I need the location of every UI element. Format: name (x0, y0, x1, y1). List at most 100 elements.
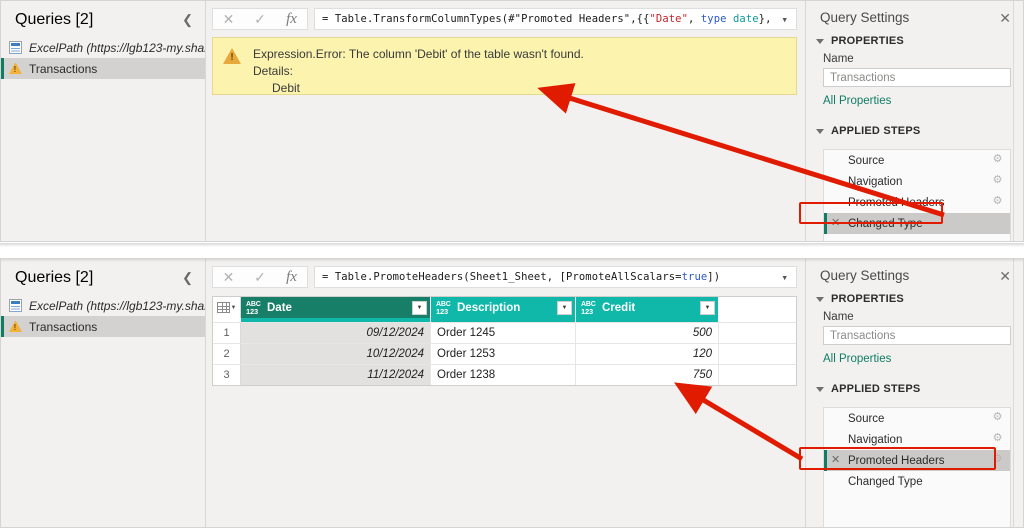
cell-credit[interactable]: 750 (576, 365, 719, 385)
applied-steps-section-header[interactable]: APPLIED STEPS (806, 365, 1023, 400)
properties-section-header[interactable]: PROPERTIES (806, 35, 1023, 52)
table-row[interactable]: 2 10/12/2024 Order 1253 120 (213, 343, 796, 364)
applied-step-changed-type[interactable]: ✕ Changed Type (824, 213, 1010, 234)
applied-steps-section-header[interactable]: APPLIED STEPS (806, 107, 1023, 142)
expression-error-banner: Expression.Error: The column 'Debit' of … (212, 37, 797, 95)
formula-text: = Table.PromoteHeaders(Sheet1_Sheet, [Pr… (322, 271, 721, 283)
chevron-down-icon (816, 386, 824, 392)
gear-icon[interactable]: ⚙ (992, 175, 1003, 186)
fx-icon[interactable]: fx (276, 266, 308, 288)
table-row[interactable]: 3 11/12/2024 Order 1238 750 (213, 364, 796, 385)
applied-step-source[interactable]: Source ⚙ (824, 408, 1010, 429)
cell-description[interactable]: Order 1253 (431, 344, 576, 364)
chevron-down-icon (816, 296, 824, 302)
query-name-input[interactable]: Transactions (823, 68, 1011, 87)
chevron-left-icon[interactable]: ❮ (180, 271, 195, 286)
chevron-down-icon[interactable]: ▾ (777, 271, 792, 284)
column-header-credit[interactable]: ABC 123 Credit ▼ (576, 297, 719, 318)
applied-steps-empty-area (824, 234, 1010, 241)
gear-icon[interactable]: ⚙ (992, 154, 1003, 165)
check-icon[interactable]: ✓ (244, 266, 276, 288)
query-list-item-excelpath[interactable]: ExcelPath (https://lgb123-my.shar... (1, 295, 205, 316)
gear-icon[interactable]: ⚙ (992, 196, 1003, 207)
chevron-down-icon[interactable]: ▼ (412, 300, 427, 315)
editor-center-top: ✕ ✓ fx = Table.TransformColumnTypes(#"Pr… (206, 1, 805, 241)
query-settings-pane-bottom: Query Settings ✕ PROPERTIES Name Transac… (805, 259, 1023, 527)
row-number: 1 (213, 323, 241, 343)
close-icon[interactable]: ✕ (999, 11, 1011, 25)
close-icon[interactable]: ✕ (999, 269, 1011, 283)
chevron-down-icon[interactable]: ▾ (777, 13, 792, 26)
formula-input-top[interactable]: = Table.TransformColumnTypes(#"Promoted … (314, 8, 797, 30)
applied-steps-empty-area (824, 492, 1010, 527)
name-label: Name (823, 311, 854, 323)
formula-input-bottom[interactable]: = Table.PromoteHeaders(Sheet1_Sheet, [Pr… (314, 266, 797, 288)
abc123-any-type-icon: ABC 123 (436, 300, 451, 316)
formula-bar-top: ✕ ✓ fx = Table.TransformColumnTypes(#"Pr… (206, 1, 805, 36)
name-label: Name (823, 53, 854, 65)
delete-step-icon[interactable]: ✕ (831, 454, 840, 466)
delete-step-icon[interactable]: ✕ (831, 217, 840, 229)
query-list-item-transactions[interactable]: Transactions (1, 58, 205, 79)
cell-description[interactable]: Order 1238 (431, 365, 576, 385)
query-item-label: ExcelPath (https://lgb123-my.shar... (29, 40, 205, 55)
applied-step-navigation[interactable]: Navigation ⚙ (824, 429, 1010, 450)
cell-description[interactable]: Order 1245 (431, 323, 576, 343)
abc123-any-type-icon: ABC 123 (581, 300, 596, 316)
cell-date[interactable]: 11/12/2024 (241, 365, 431, 385)
query-list-item-transactions[interactable]: Transactions (1, 316, 205, 337)
close-icon[interactable]: ✕ (212, 8, 244, 30)
settings-right-gutter (1013, 259, 1023, 527)
gear-icon[interactable]: ⚙ (992, 433, 1003, 444)
query-item-label: ExcelPath (https://lgb123-my.shar... (29, 298, 205, 313)
cell-credit[interactable]: 120 (576, 344, 719, 364)
close-icon[interactable]: ✕ (212, 266, 244, 288)
gear-icon[interactable]: ⚙ (992, 454, 1003, 465)
cell-credit[interactable]: 500 (576, 323, 719, 343)
fx-icon[interactable]: fx (276, 8, 308, 30)
chevron-down-icon[interactable]: ▼ (557, 300, 572, 315)
cell-date[interactable]: 10/12/2024 (241, 344, 431, 364)
query-item-label: Transactions (29, 61, 98, 76)
queries-header: Queries [2] ❮ (1, 1, 205, 37)
query-settings-title: Query Settings (820, 10, 910, 25)
all-properties-link[interactable]: All Properties (806, 345, 1023, 365)
query-name-input[interactable]: Transactions (823, 326, 1011, 345)
all-properties-link[interactable]: All Properties (806, 87, 1023, 107)
applied-step-promoted-headers[interactable]: Promoted Headers ⚙ (824, 192, 1010, 213)
data-preview-grid: ▼ ABC 123 Date ▼ ABC 123 Description ▼ ABC… (212, 296, 797, 386)
applied-step-changed-type[interactable]: Changed Type (824, 471, 1010, 492)
step-label: Navigation (848, 433, 903, 446)
chevron-left-icon[interactable]: ❮ (180, 13, 195, 28)
table-row[interactable]: 1 09/12/2024 Order 1245 500 (213, 322, 796, 343)
step-label: Navigation (848, 175, 903, 188)
cell-date[interactable]: 09/12/2024 (241, 323, 431, 343)
properties-label: PROPERTIES (831, 293, 904, 305)
applied-step-navigation[interactable]: Navigation ⚙ (824, 171, 1010, 192)
panel-separator (0, 243, 1024, 258)
applied-steps-label: APPLIED STEPS (831, 383, 921, 395)
query-name-value: Transactions (830, 71, 896, 84)
column-header-date[interactable]: ABC 123 Date ▼ (241, 297, 431, 318)
applied-step-source[interactable]: Source ⚙ (824, 150, 1010, 171)
queries-pane-bottom: Queries [2] ❮ ExcelPath (https://lgb123-… (1, 259, 206, 527)
abc123-any-type-icon: ABC 123 (246, 300, 261, 316)
step-label: Source (848, 154, 885, 167)
chevron-down-icon (816, 38, 824, 44)
gear-icon[interactable]: ⚙ (992, 412, 1003, 423)
grid-accent-strip (213, 318, 796, 322)
select-all-table-icon[interactable]: ▼ (213, 297, 241, 318)
warning-icon (223, 48, 241, 64)
properties-section-header[interactable]: PROPERTIES (806, 293, 1023, 310)
query-item-label: Transactions (29, 319, 98, 334)
row-number: 3 (213, 365, 241, 385)
applied-steps-list-top: Source ⚙ Navigation ⚙ Promoted Headers ⚙… (823, 149, 1011, 241)
applied-step-promoted-headers[interactable]: ✕ Promoted Headers ⚙ (824, 450, 1010, 471)
column-header-description[interactable]: ABC 123 Description ▼ (431, 297, 576, 318)
query-settings-header: Query Settings ✕ (806, 259, 1023, 293)
check-icon[interactable]: ✓ (244, 8, 276, 30)
query-list-item-excelpath[interactable]: ExcelPath (https://lgb123-my.shar... (1, 37, 205, 58)
error-line-summary: Expression.Error: The column 'Debit' of … (253, 47, 584, 61)
chevron-down-icon[interactable]: ▼ (700, 300, 715, 315)
query-settings-title: Query Settings (820, 268, 910, 283)
